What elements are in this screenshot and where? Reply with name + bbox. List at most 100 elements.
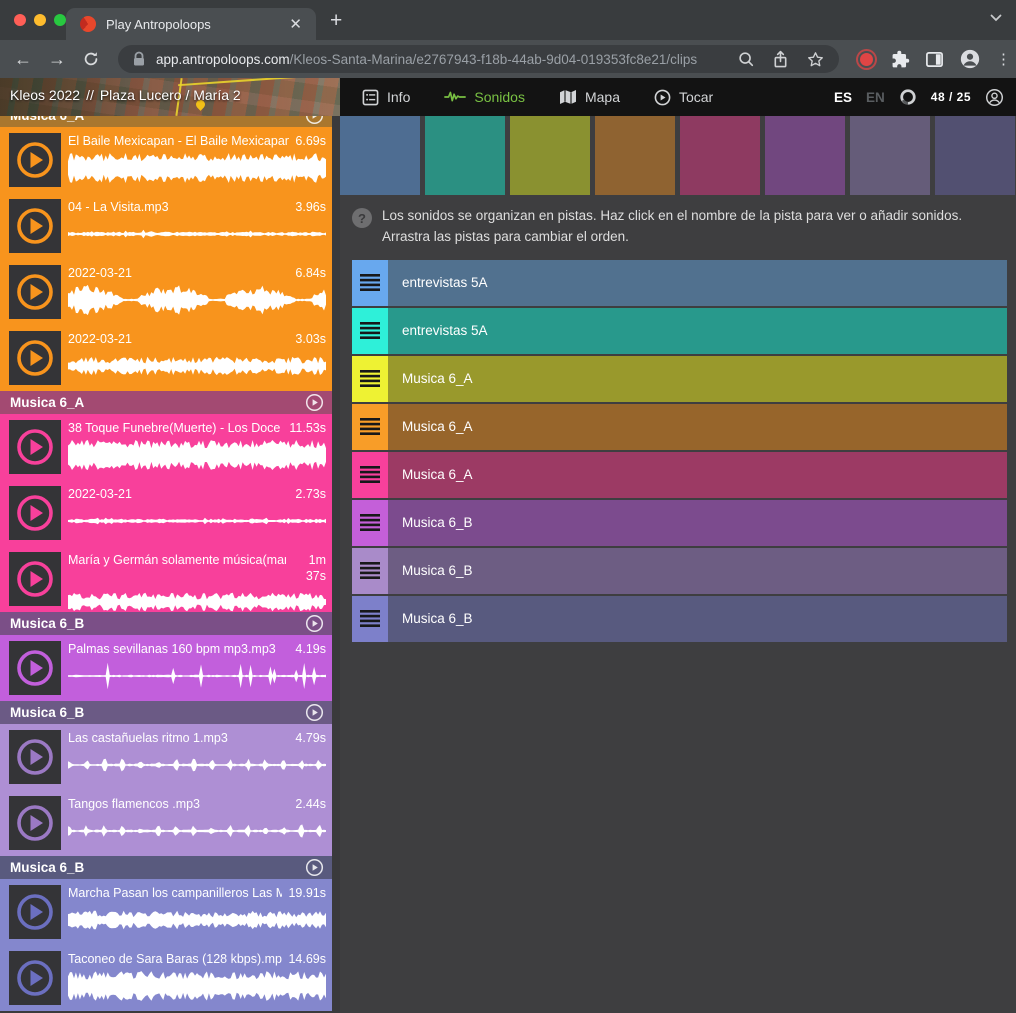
track-color-swatch[interactable] <box>765 116 845 195</box>
track-label[interactable]: entrevistas 5A <box>388 260 488 306</box>
track-row[interactable]: entrevistas 5A <box>352 260 1007 306</box>
lang-en-button[interactable]: EN <box>866 90 885 105</box>
play-track-icon[interactable] <box>305 703 324 722</box>
sidebar-track-header[interactable]: Musica 6_B <box>0 612 332 635</box>
play-track-icon[interactable] <box>305 393 324 412</box>
drag-handle-icon[interactable] <box>352 404 388 450</box>
clip-item[interactable]: Tangos flamencos .mp32.44s <box>0 790 332 856</box>
clip-play-button[interactable] <box>9 951 61 1005</box>
recording-indicator-icon[interactable] <box>860 53 873 66</box>
track-label[interactable]: Musica 6_B <box>388 500 473 546</box>
track-row[interactable]: Musica 6_B <box>352 548 1007 594</box>
track-row[interactable]: Musica 6_B <box>352 500 1007 546</box>
clip-item[interactable]: María y Germán solamente música(maría 2.… <box>0 546 332 612</box>
zoom-window-button[interactable] <box>54 14 66 26</box>
side-panel-icon[interactable] <box>925 50 944 69</box>
track-label[interactable]: entrevistas 5A <box>388 308 488 354</box>
new-tab-button[interactable]: + <box>330 9 342 33</box>
track-color-swatch[interactable] <box>340 116 420 195</box>
browser-tab[interactable]: Play Antropoloops ✕ <box>66 8 316 40</box>
track-row[interactable]: Musica 6_B <box>352 596 1007 642</box>
clip-item[interactable]: El Baile Mexicapan - El Baile Mexicapan.… <box>0 127 332 193</box>
drag-handle-icon[interactable] <box>352 452 388 498</box>
sidebar-track-header[interactable]: Musica 6_A <box>0 116 332 127</box>
track-label[interactable]: Musica 6_A <box>388 452 473 498</box>
account-icon[interactable] <box>985 88 1004 107</box>
track-row[interactable]: Musica 6_A <box>352 356 1007 402</box>
track-color-swatch[interactable] <box>595 116 675 195</box>
clip-play-button[interactable] <box>9 133 61 187</box>
track-row[interactable]: Musica 6_A <box>352 452 1007 498</box>
clip-play-button[interactable] <box>9 552 61 606</box>
reload-icon[interactable] <box>78 50 104 68</box>
track-label[interactable]: Musica 6_A <box>388 356 473 402</box>
drag-handle-icon[interactable] <box>352 308 388 354</box>
track-label[interactable]: Musica 6_B <box>388 596 473 642</box>
minimize-window-button[interactable] <box>34 14 46 26</box>
map-thumbnail[interactable]: Kleos 2022//Plaza Lucero / María 2 <box>0 78 340 116</box>
track-row[interactable]: Musica 6_A <box>352 404 1007 450</box>
track-color-swatch[interactable] <box>425 116 505 195</box>
back-icon[interactable]: ← <box>10 49 36 70</box>
clip-play-button[interactable] <box>9 265 61 319</box>
clip-duration: 6.69s <box>295 134 326 150</box>
browser-menu-icon[interactable]: ⋮ <box>996 57 1002 62</box>
nav-tab-info[interactable]: Info <box>362 89 410 106</box>
drag-handle-icon[interactable] <box>352 548 388 594</box>
track-label[interactable]: Musica 6_A <box>388 404 473 450</box>
bookmark-star-icon[interactable] <box>806 50 825 69</box>
nav-tab-sonidos[interactable]: Sonidos <box>444 89 525 105</box>
sidebar-track-header[interactable]: Musica 6_B <box>0 856 332 879</box>
play-track-icon[interactable] <box>305 116 324 125</box>
share-icon[interactable] <box>772 50 789 69</box>
clip-play-button[interactable] <box>9 420 61 474</box>
clip-item[interactable]: Palmas sevillanas 160 bpm mp3.mp34.19s <box>0 635 332 701</box>
nav-tab-tocar[interactable]: Tocar <box>654 89 713 106</box>
track-label[interactable]: Musica 6_B <box>388 548 473 594</box>
sidebar-track-header[interactable]: Musica 6_A <box>0 391 332 414</box>
profile-avatar-icon[interactable] <box>959 48 981 70</box>
forward-icon[interactable]: → <box>44 49 70 70</box>
clip-item[interactable]: 2022-03-216.84s <box>0 259 332 325</box>
drag-handle-icon[interactable] <box>352 500 388 546</box>
play-track-icon[interactable] <box>305 858 324 877</box>
tab-close-icon[interactable]: ✕ <box>285 15 306 33</box>
lang-es-button[interactable]: ES <box>834 90 852 105</box>
sidebar-track-name[interactable]: Musica 6_B <box>10 860 305 875</box>
extensions-puzzle-icon[interactable] <box>891 50 910 69</box>
track-row[interactable]: entrevistas 5A <box>352 308 1007 354</box>
clip-play-button[interactable] <box>9 885 61 939</box>
sidebar-track-name[interactable]: Musica 6_A <box>10 116 305 123</box>
drag-handle-icon[interactable] <box>352 260 388 306</box>
clip-item[interactable]: Taconeo de Sara Baras (128 kbps).mp314.6… <box>0 945 332 1011</box>
track-color-swatch[interactable] <box>850 116 930 195</box>
sidebar-track-name[interactable]: Musica 6_B <box>10 705 305 720</box>
clip-play-button[interactable] <box>9 730 61 784</box>
track-color-swatch[interactable] <box>680 116 760 195</box>
clip-play-button[interactable] <box>9 486 61 540</box>
track-color-swatch[interactable] <box>510 116 590 195</box>
sidebar-track-name[interactable]: Musica 6_A <box>10 395 305 410</box>
clip-play-button[interactable] <box>9 641 61 695</box>
clip-item[interactable]: Las castañuelas ritmo 1.mp34.79s <box>0 724 332 790</box>
clip-item[interactable]: 2022-03-212.73s <box>0 480 332 546</box>
clip-item[interactable]: 2022-03-213.03s <box>0 325 332 391</box>
sidebar-track-header[interactable]: Musica 6_B <box>0 701 332 724</box>
clip-play-button[interactable] <box>9 796 61 850</box>
play-track-icon[interactable] <box>305 614 324 633</box>
track-color-swatch[interactable] <box>935 116 1015 195</box>
address-bar[interactable]: app.antropoloops.com/Kleos-Santa-Marina/… <box>118 45 839 73</box>
clip-item[interactable]: 04 - La Visita.mp33.96s <box>0 193 332 259</box>
clip-item[interactable]: Marcha Pasan los campanilleros Las Mejor… <box>0 879 332 945</box>
nav-tab-mapa[interactable]: Mapa <box>559 89 620 105</box>
zoom-search-icon[interactable] <box>737 50 755 68</box>
clip-item[interactable]: 38 Toque Funebre(Muerte) - Los Doce Par.… <box>0 414 332 480</box>
tab-search-chevron-icon[interactable] <box>990 14 1002 22</box>
clip-play-button[interactable] <box>9 199 61 253</box>
clip-play-button[interactable] <box>9 331 61 385</box>
drag-handle-icon[interactable] <box>352 356 388 402</box>
sidebar-track-name[interactable]: Musica 6_B <box>10 616 305 631</box>
waveform <box>68 284 326 316</box>
drag-handle-icon[interactable] <box>352 596 388 642</box>
close-window-button[interactable] <box>14 14 26 26</box>
